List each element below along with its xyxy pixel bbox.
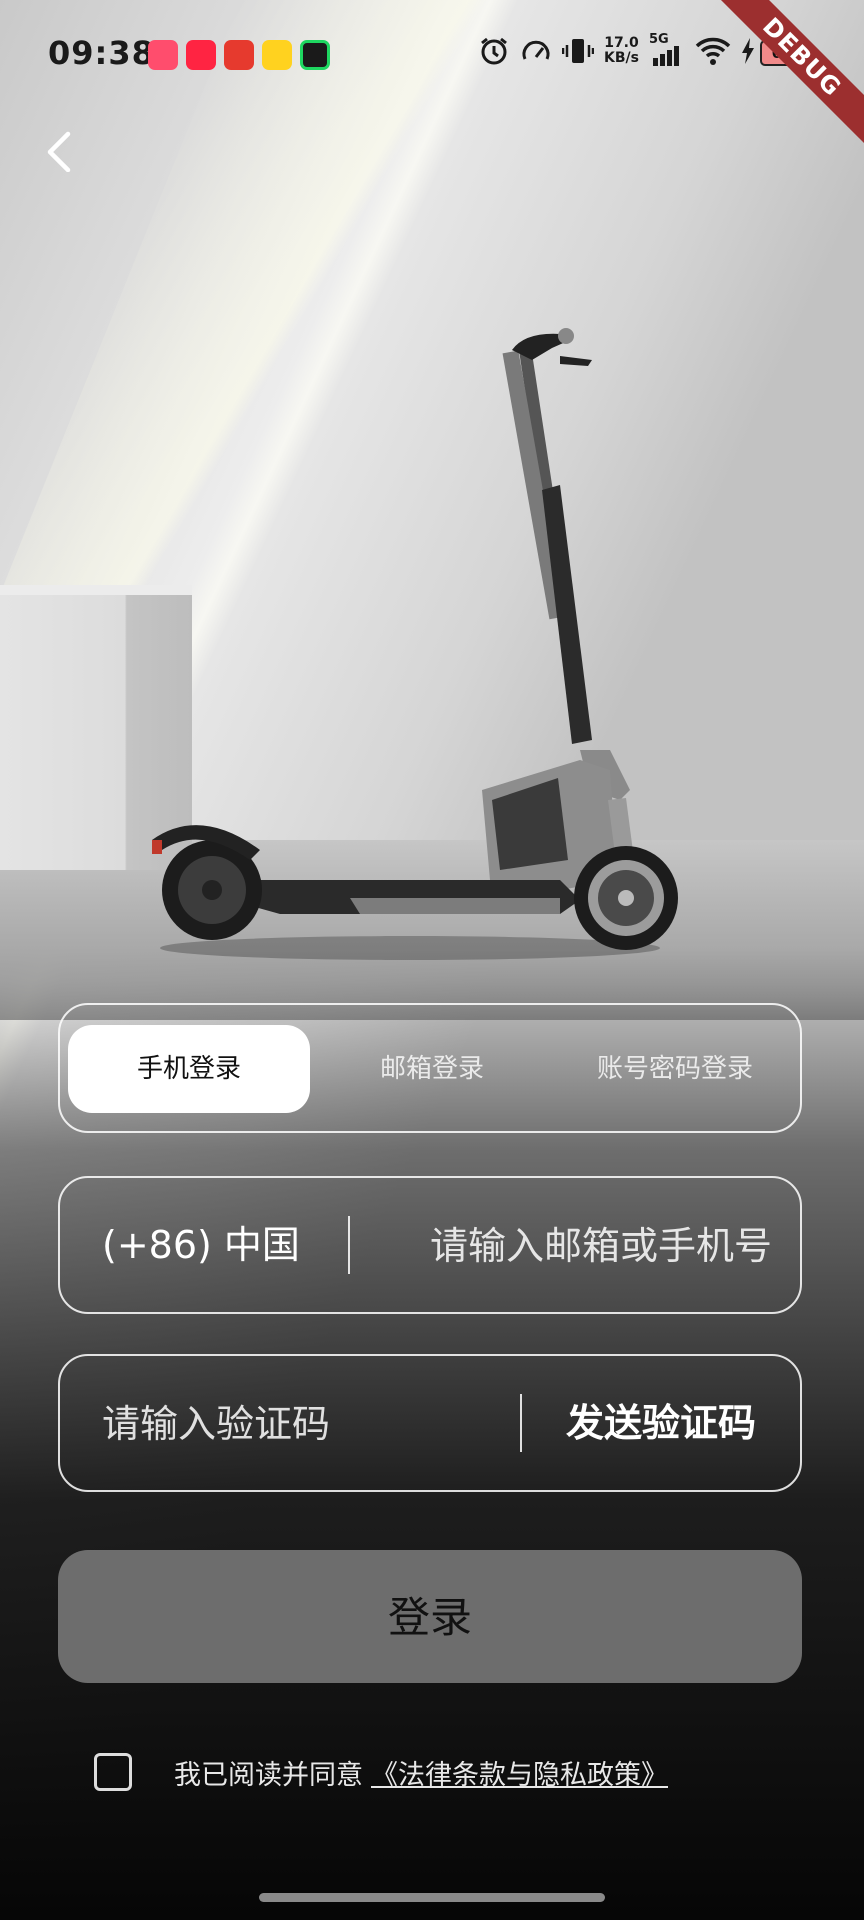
verification-code-input[interactable] [100,1356,504,1492]
debug-banner: DEBUG [712,0,864,147]
policy-link[interactable]: 《法律条款与隐私政策》 [371,1753,668,1792]
home-indicator[interactable] [259,1893,605,1902]
agreement-row: 我已阅读并同意 《法律条款与隐私政策》 [94,1750,668,1794]
status-indicators: 17.0 KB/s 5G [478,32,755,68]
field-divider [520,1394,522,1452]
alarm-icon [481,37,507,65]
tab-phone-login[interactable]: 手机登录 [68,1025,310,1113]
music-app-icon [300,40,330,70]
net-speed: 17.0 KB/s [604,36,639,66]
signal-indicator: 5G [649,32,685,68]
status-time: 09:38 [48,34,155,72]
video-app-icon [148,40,178,70]
charging-icon [741,38,754,64]
photo-app-icon [262,40,292,70]
net-speed-value: 17.0 [604,35,639,51]
vibrate-icon [562,39,594,63]
tab-account-password-login[interactable]: 账号密码登录 [554,1025,796,1113]
status-bar: 09:38 17.0 KB/s 5G 68 DEBUG [0,0,864,147]
wifi-icon [695,37,731,65]
netease-music-app-icon [224,40,254,70]
send-code-button[interactable]: 发送验证码 [566,1356,756,1490]
notification-app-icons [148,40,330,70]
agreement-text: 我已阅读并同意 [174,1759,363,1791]
phone-input[interactable] [360,1178,774,1314]
login-screen: 09:38 17.0 KB/s 5G 68 DEBUG [0,0,864,1920]
back-arrow-icon[interactable] [38,128,82,172]
login-method-tabs: 手机登录 邮箱登录 账号密码登录 [58,1003,802,1133]
agreement-checkbox[interactable] [94,1753,132,1791]
verification-code-field: 发送验证码 [58,1354,802,1492]
phone-field: (+86) 中国 [58,1176,802,1314]
cell-signal-icon [652,46,679,66]
field-divider [348,1216,350,1274]
login-button[interactable]: 登录 [58,1550,802,1683]
xiaohongshu-app-icon [186,40,216,70]
tab-email-login[interactable]: 邮箱登录 [312,1025,552,1113]
country-code-selector[interactable]: (+86) 中国 [102,1178,300,1312]
speedometer-icon [522,40,550,60]
scooter-image [152,328,678,960]
net-speed-unit: KB/s [604,50,639,66]
